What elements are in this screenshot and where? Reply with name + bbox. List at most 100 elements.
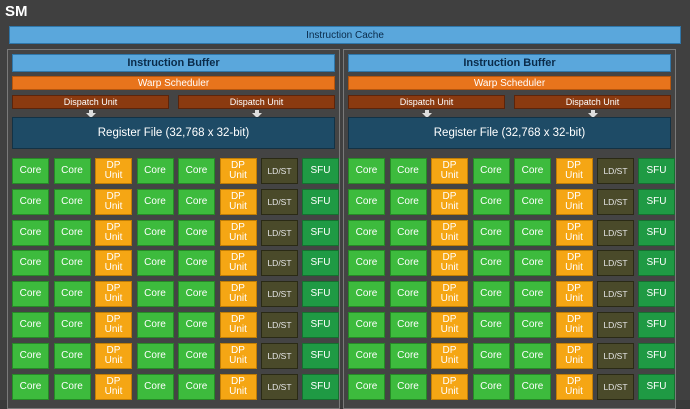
core-unit: Core [53, 219, 91, 246]
core-unit: Core [389, 250, 427, 277]
dp-unit: DP Unit [431, 312, 468, 338]
core-unit: Core [12, 219, 49, 246]
core-unit: Core [389, 373, 427, 400]
core-unit: Core [348, 373, 385, 400]
sfu-unit: SFU [302, 342, 339, 369]
core-unit: Core [514, 342, 551, 369]
dp-unit-label-2: Unit [565, 324, 583, 335]
instruction-buffer-left: Instruction Buffer [12, 54, 335, 72]
core-unit: Core [178, 250, 215, 277]
core-unit: Core [136, 250, 174, 277]
core-unit: Core [12, 281, 49, 308]
dp-unit-label-2: Unit [565, 231, 583, 243]
dp-unit-label-2: Unit [440, 200, 459, 212]
dispatch-unit-right-1: Dispatch Unit [348, 95, 505, 109]
ldst-unit: LD/ST [597, 281, 634, 308]
sm-half-left: Instruction Buffer Warp Scheduler Dispat… [7, 49, 340, 409]
dp-unit-label-2: Unit [565, 200, 583, 212]
ldst-unit: LD/ST [597, 312, 634, 338]
sm-half-right: Instruction Buffer Warp Scheduler Dispat… [343, 49, 676, 409]
core-unit: Core [53, 158, 91, 184]
core-unit: Core [136, 188, 174, 215]
core-unit: Core [472, 373, 510, 400]
core-unit: Core [178, 373, 215, 400]
core-unit: Core [178, 342, 215, 369]
dp-unit-label-2: Unit [440, 170, 459, 181]
dp-unit-label-2: Unit [104, 385, 123, 397]
sfu-unit: SFU [638, 281, 675, 308]
dp-unit-label-2: Unit [440, 231, 459, 243]
sfu-unit: SFU [638, 158, 675, 184]
dp-unit-label-2: Unit [104, 324, 123, 335]
dp-unit: DP Unit [219, 281, 257, 308]
dp-unit-label-2: Unit [104, 200, 123, 212]
core-unit: Core [12, 373, 49, 400]
dp-unit-label-2: Unit [229, 293, 247, 305]
ldst-unit: LD/ST [261, 188, 298, 215]
dp-unit-label-2: Unit [104, 170, 123, 181]
core-unit: Core [514, 312, 551, 338]
dp-unit: DP Unit [431, 158, 468, 184]
core-unit: Core [53, 250, 91, 277]
core-unit: Core [53, 342, 91, 369]
dp-unit: DP Unit [95, 342, 132, 369]
core-unit: Core [348, 342, 385, 369]
dp-unit-label-2: Unit [229, 354, 247, 366]
core-unit: Core [178, 158, 215, 184]
dispatch-unit-left-2: Dispatch Unit [178, 95, 335, 109]
dp-unit: DP Unit [555, 281, 593, 308]
dp-unit-label-2: Unit [565, 170, 583, 181]
dispatch-unit-right-2: Dispatch Unit [514, 95, 671, 109]
dispatch-unit-left-1: Dispatch Unit [12, 95, 169, 109]
core-unit: Core [348, 158, 385, 184]
dp-unit-label-2: Unit [104, 354, 123, 366]
instruction-buffer-right: Instruction Buffer [348, 54, 671, 72]
dp-unit: DP Unit [431, 219, 468, 246]
core-unit: Core [12, 188, 49, 215]
dp-unit: DP Unit [95, 281, 132, 308]
dp-unit-label-2: Unit [565, 385, 583, 397]
core-unit: Core [53, 188, 91, 215]
dp-unit-label-2: Unit [565, 354, 583, 366]
ldst-unit: LD/ST [261, 158, 298, 184]
dp-unit: DP Unit [431, 188, 468, 215]
sfu-unit: SFU [302, 373, 339, 400]
core-unit: Core [348, 219, 385, 246]
ldst-unit: LD/ST [261, 342, 298, 369]
core-unit: Core [12, 312, 49, 338]
dp-unit-label-2: Unit [565, 293, 583, 305]
core-unit: Core [178, 219, 215, 246]
core-unit: Core [348, 281, 385, 308]
dp-unit: DP Unit [219, 312, 257, 338]
dp-unit: DP Unit [555, 188, 593, 215]
ldst-unit: LD/ST [597, 188, 634, 215]
core-unit: Core [472, 158, 510, 184]
sfu-unit: SFU [302, 312, 339, 338]
ldst-unit: LD/ST [261, 281, 298, 308]
core-unit: Core [136, 281, 174, 308]
core-unit: Core [53, 312, 91, 338]
core-unit: Core [472, 342, 510, 369]
core-unit: Core [348, 250, 385, 277]
ldst-unit: LD/ST [597, 158, 634, 184]
core-unit: Core [472, 250, 510, 277]
warp-scheduler-left: Warp Scheduler [12, 76, 335, 90]
core-unit: Core [514, 250, 551, 277]
dp-unit: DP Unit [219, 158, 257, 184]
core-unit: Core [514, 188, 551, 215]
core-unit: Core [514, 373, 551, 400]
dp-unit-label-2: Unit [229, 262, 247, 274]
core-unit: Core [514, 219, 551, 246]
sfu-unit: SFU [638, 312, 675, 338]
core-unit: Core [348, 312, 385, 338]
warp-scheduler-right: Warp Scheduler [348, 76, 671, 90]
dp-unit: DP Unit [555, 250, 593, 277]
dp-unit-label-2: Unit [229, 170, 247, 181]
dp-unit-label-2: Unit [440, 354, 459, 366]
dp-unit: DP Unit [431, 373, 468, 400]
dp-unit: DP Unit [95, 219, 132, 246]
register-file-right: Register File (32,768 x 32-bit) [348, 117, 671, 149]
dp-unit: DP Unit [219, 373, 257, 400]
core-unit: Core [178, 188, 215, 215]
dp-unit-label-2: Unit [104, 231, 123, 243]
